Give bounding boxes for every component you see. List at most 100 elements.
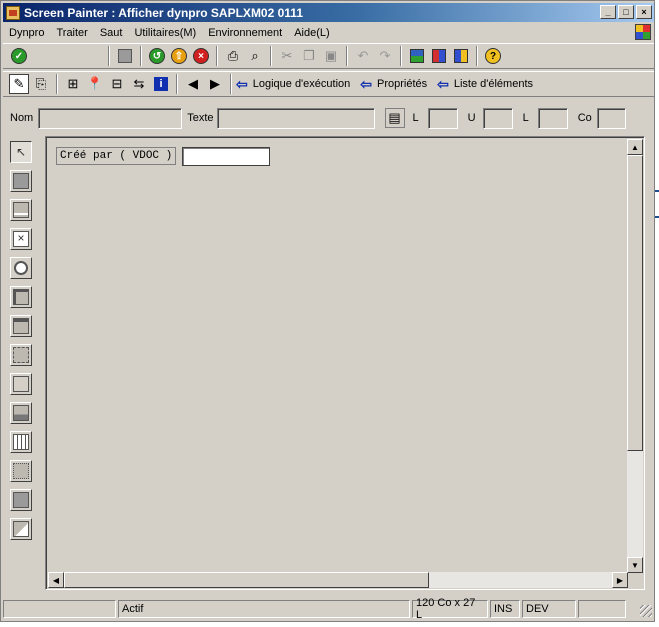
toolbar-separator [176, 74, 178, 94]
other-object-icon[interactable]: ⎘ [31, 74, 51, 94]
vertical-scroll-thumb[interactable] [627, 155, 643, 451]
check-icon[interactable]: ✓ [9, 46, 29, 66]
window-title: Screen Painter : Afficher dynpro SAPLXM0… [24, 5, 303, 20]
scroll-down-icon[interactable]: ▼ [627, 557, 643, 573]
menu-saut[interactable]: Saut [94, 27, 129, 39]
status-extra [578, 600, 626, 618]
flow-logic-button[interactable]: ⇦ Logique d'exécution [236, 76, 350, 93]
push-button-tool-icon[interactable] [10, 489, 32, 511]
attribute-bar: Nom Texte ▤ L U L Co [3, 104, 654, 132]
menu-traiter[interactable]: Traiter [50, 27, 93, 39]
graphic-element-tool-icon[interactable] [10, 518, 32, 540]
properties-button[interactable]: ⇦ Propriétés [360, 76, 427, 93]
checkbox-tool-icon[interactable]: × [10, 228, 32, 250]
save-icon[interactable] [115, 46, 135, 66]
created-by-label[interactable]: Créé par ( VDOC ) [56, 147, 177, 165]
tabstrip-tool-icon[interactable] [10, 315, 32, 337]
copy-icon[interactable]: ❐ [299, 46, 319, 66]
minimize-button[interactable]: _ [600, 5, 616, 19]
info-icon[interactable]: i [151, 74, 171, 94]
undo-icon[interactable]: ↶ [353, 46, 373, 66]
table-control-tool-icon[interactable] [10, 402, 32, 424]
layout-icon[interactable] [407, 46, 427, 66]
dictionary-icon[interactable]: ⊟ [107, 74, 127, 94]
toolbar-separator [140, 46, 142, 66]
layout-canvas[interactable]: Créé par ( VDOC ) [48, 139, 628, 573]
menu-utilitaires[interactable]: Utilitaires(M) [128, 27, 202, 39]
text-list-icon[interactable]: ▤ [384, 108, 405, 128]
input-field-tool-icon[interactable] [10, 199, 32, 221]
step-loop-tool-icon[interactable] [10, 431, 32, 453]
exit-icon[interactable]: ⇧ [169, 46, 189, 66]
created-by-input[interactable] [182, 147, 270, 166]
app-icon [6, 5, 20, 20]
background-edge [655, 216, 659, 218]
radio-button-tool-icon[interactable] [10, 257, 32, 279]
element-list-button[interactable]: ⇦ Liste d'éléments [437, 76, 533, 93]
left-arrow-icon: ⇦ [437, 75, 449, 92]
text-label: Texte [187, 112, 214, 124]
redo-icon[interactable]: ↷ [375, 46, 395, 66]
flow-icon[interactable]: ⇆ [129, 74, 149, 94]
properties-label: Propriétés [376, 78, 428, 90]
l2-label: L [522, 112, 529, 124]
column-field[interactable] [482, 107, 513, 129]
status-message [3, 600, 116, 618]
subscreen-tool-icon[interactable] [10, 344, 32, 366]
close-button[interactable]: × [636, 5, 652, 19]
pin-icon[interactable]: 📍 [85, 74, 105, 94]
status-system[interactable]: DEV [522, 600, 576, 618]
menu-environnement[interactable]: Environnement [202, 27, 288, 39]
menu-dynpro[interactable]: Dynpro [3, 27, 50, 39]
element-list-label: Liste d'éléments [453, 78, 534, 90]
custom-control-tool-icon[interactable] [10, 373, 32, 395]
menu-aide[interactable]: Aide(L) [288, 27, 335, 39]
edit-mode-icon[interactable]: ✎ [9, 74, 29, 94]
scroll-left-icon[interactable]: ◀ [48, 572, 64, 588]
visible-length-field[interactable] [596, 107, 626, 129]
text-field-tool-icon[interactable] [10, 170, 32, 192]
frame-tool-icon[interactable] [10, 286, 32, 308]
line-field[interactable] [427, 107, 458, 129]
back-icon[interactable]: ↺ [147, 46, 167, 66]
toolbar-separator [346, 46, 348, 66]
length-field[interactable] [537, 107, 568, 129]
left-arrow-icon: ⇦ [236, 75, 248, 92]
vertical-scrollbar[interactable]: ▲ ▼ [627, 139, 643, 573]
hierarchy-icon[interactable]: ⊞ [63, 74, 83, 94]
name-field[interactable] [38, 107, 183, 129]
window-icon[interactable] [451, 46, 471, 66]
background-edge [655, 190, 659, 192]
previous-icon[interactable]: ◀ [183, 74, 203, 94]
flow-logic-label: Logique d'exécution [252, 78, 351, 90]
sap-logo-icon[interactable] [635, 24, 651, 40]
scroll-right-icon[interactable]: ▶ [612, 572, 628, 588]
layout-canvas-frame: Créé par ( VDOC ) ▲ ▼ ◀ ▶ [45, 136, 645, 590]
application-toolbar: ✎ ⎘ ⊞ 📍 ⊟ ⇆ i ◀ ▶ ⇦ Logique d'exécution ⇦… [3, 71, 654, 97]
cancel-icon[interactable]: × [191, 46, 211, 66]
status-bar: Actif 120 Co x 27 L INS DEV [3, 597, 654, 621]
cut-icon[interactable]: ✂ [277, 46, 297, 66]
scroll-up-icon[interactable]: ▲ [627, 139, 643, 155]
status-screen-size: 120 Co x 27 L [412, 597, 488, 621]
horizontal-scroll-thumb[interactable] [64, 572, 429, 588]
name-label: Nom [10, 112, 34, 124]
horizontal-scrollbar[interactable]: ◀ ▶ [48, 572, 628, 588]
paste-icon[interactable]: ▣ [321, 46, 341, 66]
maximize-button[interactable]: □ [618, 5, 634, 19]
help-icon[interactable]: ? [483, 46, 503, 66]
next-icon[interactable]: ▶ [205, 74, 225, 94]
co-label: Co [577, 112, 592, 124]
print-icon[interactable]: ⎙ [223, 46, 243, 66]
toolbar-separator [108, 46, 110, 66]
pointer-tool-icon[interactable]: ↖ [10, 141, 32, 163]
status-mode: Actif [118, 600, 410, 618]
toolbar-separator [56, 74, 58, 94]
u-label: U [467, 112, 476, 124]
resize-grip-icon[interactable] [640, 605, 652, 617]
standard-toolbar: ✓ ↺ ⇧ × ⎙ ⌕ ✂ ❐ ▣ ↶ ↷ ? [3, 43, 654, 69]
color-icon[interactable] [429, 46, 449, 66]
status-icon-tool-icon[interactable] [10, 460, 32, 482]
find-icon[interactable]: ⌕ [245, 46, 265, 66]
text-field[interactable] [216, 107, 375, 129]
